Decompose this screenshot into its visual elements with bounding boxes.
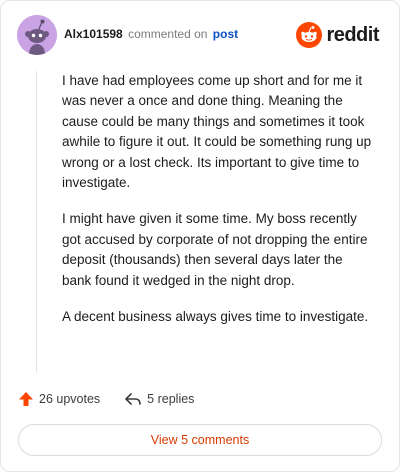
reddit-snoo-icon xyxy=(296,22,323,48)
thread-line xyxy=(36,71,37,373)
snoo-avatar-icon[interactable] xyxy=(17,15,57,55)
reply-arrow-icon xyxy=(125,393,141,405)
replies-button[interactable]: 5 replies xyxy=(124,391,194,407)
upvote-count: 26 upvotes xyxy=(39,392,101,406)
post-link[interactable]: post xyxy=(213,27,238,41)
reddit-wordmark: reddit xyxy=(326,23,379,46)
comment-body: I have had employees come up short and f… xyxy=(62,71,372,343)
comment-header: Alx101598 commented on post reddit xyxy=(17,15,383,55)
comment-paragraph: A decent business always gives time to i… xyxy=(62,309,369,325)
view-comments-button[interactable]: View 5 comments xyxy=(18,424,382,456)
reply-count: 5 replies xyxy=(147,392,195,406)
username[interactable]: Alx101598 xyxy=(64,27,123,41)
commented-on-label: commented on xyxy=(128,27,208,41)
upvote-arrow-icon xyxy=(19,392,33,406)
reddit-logo[interactable]: reddit xyxy=(296,21,379,49)
comment-paragraph: I have had employees come up short and f… xyxy=(62,73,372,191)
comment-actions: 26 upvotes 5 replies xyxy=(18,389,194,409)
comment-paragraph: I might have given it some time. My boss… xyxy=(62,211,368,288)
comment-meta: Alx101598 commented on post xyxy=(64,27,238,41)
comment-card: Alx101598 commented on post reddit I hav… xyxy=(0,0,400,472)
upvote-button[interactable]: 26 upvotes xyxy=(18,391,100,407)
